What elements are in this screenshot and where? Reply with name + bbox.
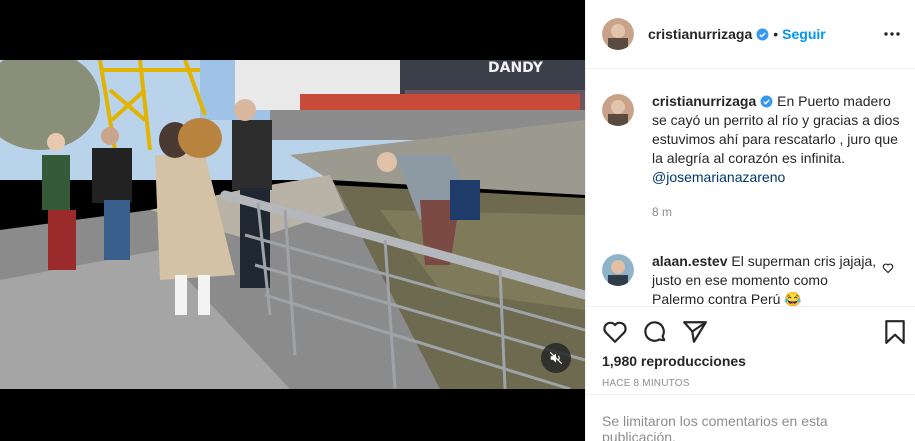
header-username[interactable]: cristianurrizaga [648,26,752,42]
media-panel: DANDY [0,0,585,441]
share-icon[interactable] [682,319,708,345]
caption-time[interactable]: 8 m [652,203,902,222]
avatar[interactable] [602,18,634,50]
mute-button[interactable] [541,343,571,373]
caption-mention-link[interactable]: @josemarianazareno [652,169,785,185]
separator-dot: • [773,26,779,42]
heart-small-icon[interactable] [882,262,894,274]
svg-text:DANDY: DANDY [488,60,544,76]
more-options-icon[interactable] [882,26,902,42]
caption-avatar[interactable] [602,94,634,126]
post-details-panel: cristianurrizaga • Seguir cristianurriza… [585,0,915,441]
post-actions: 1,980 reproducciones HACE 8 MINUTOS [586,306,915,394]
caption-avatar-image [602,94,634,126]
caption-username[interactable]: cristianurrizaga [652,93,756,109]
video-frame: DANDY [0,60,585,389]
verified-badge-icon [756,28,769,40]
comment-icon[interactable] [642,319,668,345]
post-caption: cristianurrizaga En Puerto madero se cay… [602,92,902,222]
avatar-image [602,18,634,50]
views-count[interactable]: 1,980 reproducciones [602,353,746,369]
caption-body: cristianurrizaga En Puerto madero se cay… [652,92,902,222]
comments-section: cristianurrizaga En Puerto madero se cay… [586,70,915,306]
mute-icon [549,351,563,365]
save-icon[interactable] [882,319,908,345]
post-header: cristianurrizaga • Seguir [586,0,915,69]
comments-disabled-notice: Se limitaron los comentarios en esta pub… [586,394,915,441]
follow-button[interactable]: Seguir [782,26,826,42]
caption-verified-badge-icon [760,95,773,108]
comment-username[interactable]: alaan.estev [652,253,728,269]
comment-item: alaan.estev El superman cris jajaja, jus… [602,252,902,306]
post-time-ago[interactable]: HACE 8 MINUTOS [602,378,690,389]
video-player[interactable]: DANDY [0,60,585,389]
heart-icon[interactable] [602,319,628,345]
comment-avatar-image [602,254,634,286]
comment-body: alaan.estev El superman cris jajaja, jus… [652,252,878,306]
comment-avatar[interactable] [602,254,634,286]
